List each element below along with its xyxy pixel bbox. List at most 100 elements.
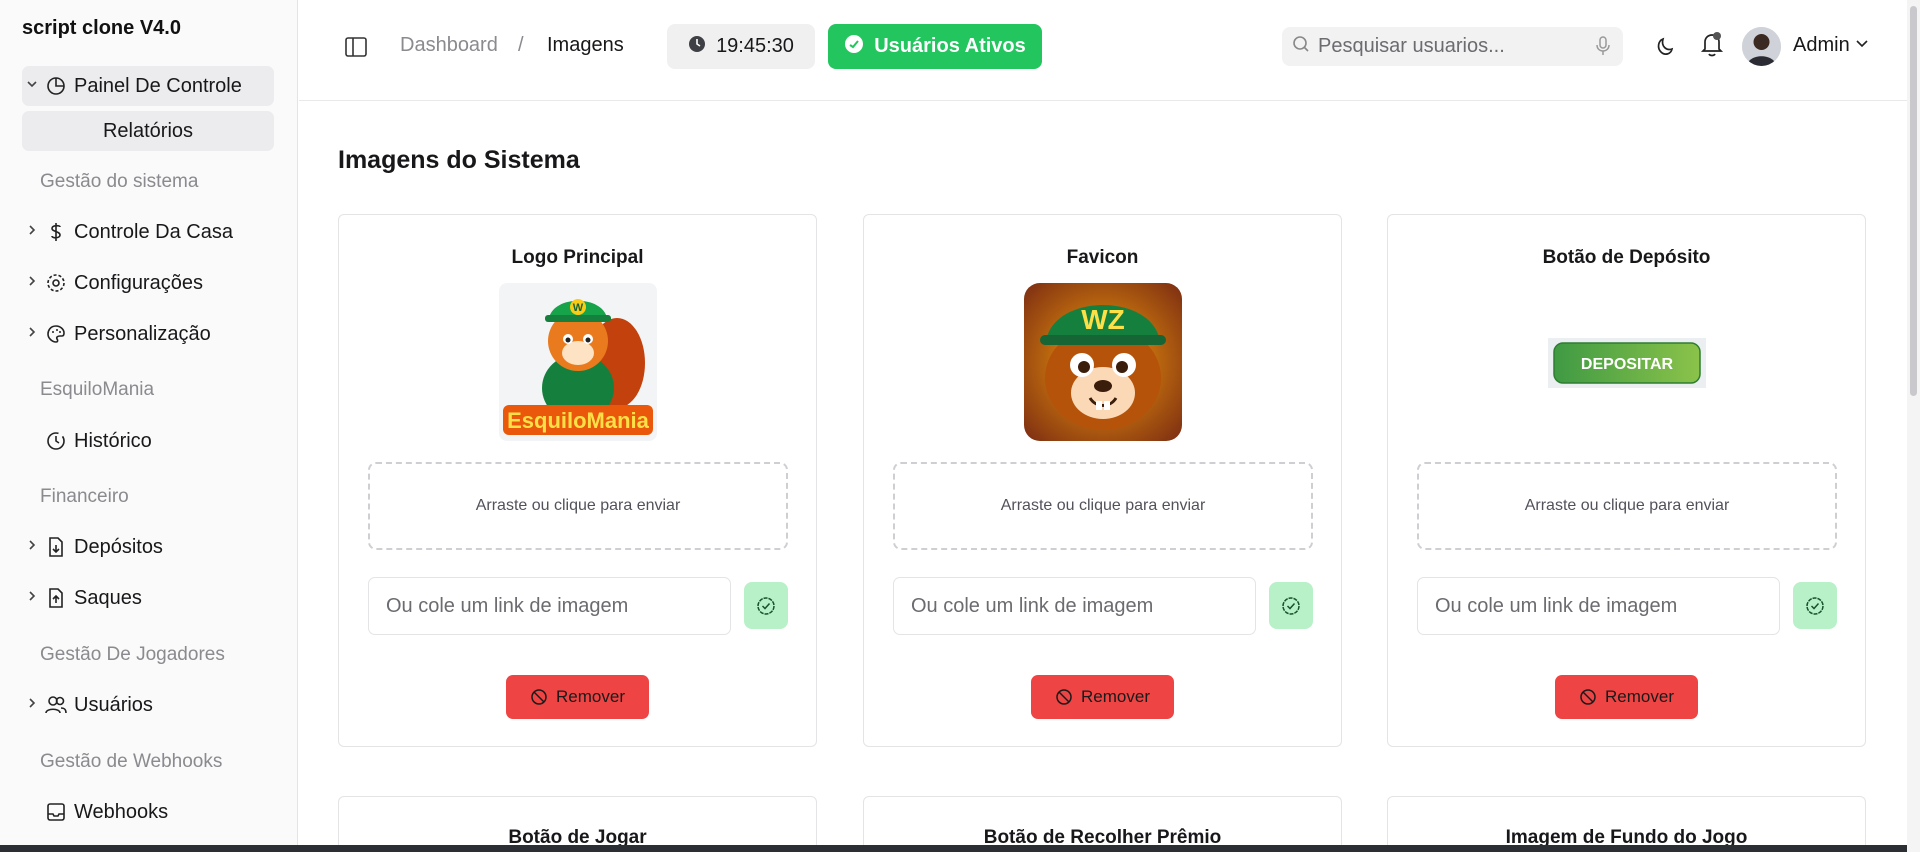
sidebar-item-settings[interactable]: Configurações: [22, 263, 274, 303]
search-box: [1282, 27, 1623, 66]
check-circle-icon: [1806, 596, 1824, 615]
inbox-icon: [42, 801, 70, 823]
ban-icon: [1580, 689, 1596, 705]
sidebar-item-control-panel[interactable]: Painel De Controle: [22, 66, 274, 106]
chevron-right-icon: [22, 589, 42, 608]
file-upload-icon: [42, 587, 70, 609]
deposit-button-text: DEPOSITAR: [1581, 356, 1674, 373]
upload-dropzone[interactable]: Arraste ou clique para enviar: [368, 462, 788, 550]
chevron-right-icon: [22, 223, 42, 242]
remove-button[interactable]: Remover: [1555, 675, 1698, 719]
microphone-icon[interactable]: [1595, 35, 1611, 62]
bell-icon[interactable]: [1699, 30, 1725, 63]
confirm-link-button[interactable]: [1793, 582, 1837, 629]
sidebar-item-history[interactable]: Histórico: [22, 421, 274, 461]
image-link-input[interactable]: [893, 577, 1256, 635]
top-header: Dashboard / Imagens 19:45:30 Usuários At…: [299, 0, 1920, 101]
active-users-button[interactable]: Usuários Ativos: [828, 24, 1042, 69]
breadcrumb-current: Imagens: [547, 34, 624, 56]
breadcrumb-dashboard[interactable]: Dashboard: [400, 34, 498, 57]
search-icon: [1292, 35, 1310, 58]
confirm-link-button[interactable]: [744, 582, 788, 629]
sidebar-item-label: Depósitos: [74, 535, 163, 558]
image-card-deposit-button: Botão de Depósito DEPOSITAR Arraste ou c…: [1387, 214, 1866, 747]
user-name: Admin: [1793, 34, 1850, 56]
squirrel-face-icon: WZ: [1024, 283, 1182, 441]
section-label-game: EsquiloMania: [40, 379, 155, 400]
sidebar-item-house-control[interactable]: Controle Da Casa: [22, 212, 274, 252]
moon-icon[interactable]: [1654, 34, 1678, 63]
upload-dropzone[interactable]: Arraste ou clique para enviar: [893, 462, 1313, 550]
sidebar-item-label: Painel De Controle: [74, 74, 242, 97]
sidebar-item-label: Histórico: [74, 429, 152, 452]
image-link-input[interactable]: [1417, 577, 1780, 635]
chevron-right-icon: [22, 696, 42, 715]
upload-dropzone[interactable]: Arraste ou clique para enviar: [1417, 462, 1837, 550]
pie-chart-icon: [42, 75, 70, 97]
remove-button[interactable]: Remover: [506, 675, 649, 719]
image-card-favicon: Favicon WZ Arraste ou clique para enviar…: [863, 214, 1342, 747]
logo-cap-letter: W: [573, 302, 584, 314]
squirrel-logo-icon: W EsquiloMania: [499, 283, 657, 441]
sidebar-item-label: Usuários: [74, 693, 153, 716]
check-circle-icon: [1282, 596, 1300, 615]
chevron-right-icon: [22, 538, 42, 557]
history-icon: [42, 430, 70, 452]
check-circle-icon: [757, 596, 775, 615]
palette-icon: [42, 323, 70, 345]
confirm-link-button[interactable]: [1269, 582, 1313, 629]
image-card-play-button: Botão de Jogar: [338, 796, 817, 852]
sidebar-item-label: Configurações: [74, 271, 203, 294]
deposit-button-image: DEPOSITAR: [1548, 338, 1706, 388]
ban-icon: [531, 689, 547, 705]
clock-icon: [688, 35, 706, 59]
section-label-system: Gestão do sistema: [40, 171, 199, 192]
card-title: Favicon: [1066, 247, 1139, 268]
chevron-down-icon: [22, 77, 42, 96]
card-title: Botão de Depósito: [1542, 247, 1711, 268]
clock-display: 19:45:30: [667, 24, 815, 69]
sidebar-item-label: Webhooks: [74, 800, 169, 823]
image-link-input[interactable]: [368, 577, 731, 635]
section-label-players: Gestão De Jogadores: [40, 644, 225, 665]
brand-title: script clone V4.0: [22, 17, 181, 39]
chevron-down-icon: [1854, 34, 1870, 57]
sidebar-item-label: Controle Da Casa: [74, 220, 233, 243]
users-icon: [42, 694, 70, 716]
chevron-right-icon: [22, 274, 42, 293]
sidebar-item-withdrawals[interactable]: Saques: [22, 578, 274, 618]
sidebar-item-customization[interactable]: Personalização: [22, 314, 274, 354]
favicon-preview-image[interactable]: WZ: [1024, 283, 1182, 441]
logo-text: EsquiloMania: [507, 408, 650, 433]
image-card-collect-prize-button: Botão de Recolher Prêmio: [863, 796, 1342, 852]
remove-label: Remover: [1605, 687, 1674, 706]
image-card-logo: Logo Principal W EsquiloMania Arraste ou…: [338, 214, 817, 747]
avatar[interactable]: [1742, 27, 1781, 66]
gear-icon: [42, 272, 70, 294]
sidebar-item-deposits[interactable]: Depósitos: [22, 527, 274, 567]
search-input[interactable]: [1318, 35, 1578, 58]
remove-button[interactable]: Remover: [1031, 675, 1174, 719]
sidebar-toggle-icon[interactable]: [343, 34, 369, 60]
ban-icon: [1056, 689, 1072, 705]
sidebar-item-webhooks[interactable]: Webhooks: [22, 792, 274, 832]
status-dot-icon: [844, 34, 864, 60]
sidebar-item-users[interactable]: Usuários: [22, 685, 274, 725]
file-download-icon: [42, 536, 70, 558]
dollar-icon: [42, 221, 70, 243]
logo-preview-image[interactable]: W EsquiloMania: [499, 283, 657, 441]
image-card-game-background: Imagem de Fundo do Jogo: [1387, 796, 1866, 852]
deposit-button-preview[interactable]: DEPOSITAR: [1548, 283, 1706, 441]
active-users-label: Usuários Ativos: [874, 35, 1026, 57]
sidebar: script clone V4.0 Painel De Controle Rel…: [0, 0, 298, 852]
sidebar-item-label: Personalização: [74, 322, 211, 345]
user-menu[interactable]: Admin: [1793, 34, 1870, 57]
section-label-finance: Financeiro: [40, 486, 129, 507]
card-title: Logo Principal: [511, 247, 644, 268]
breadcrumb-separator: /: [518, 34, 524, 56]
sidebar-item-reports[interactable]: Relatórios: [22, 111, 274, 151]
clock-time: 19:45:30: [716, 35, 794, 57]
remove-label: Remover: [556, 687, 625, 706]
scrollbar-thumb[interactable]: [1910, 6, 1917, 396]
page-title: Imagens do Sistema: [338, 146, 580, 174]
